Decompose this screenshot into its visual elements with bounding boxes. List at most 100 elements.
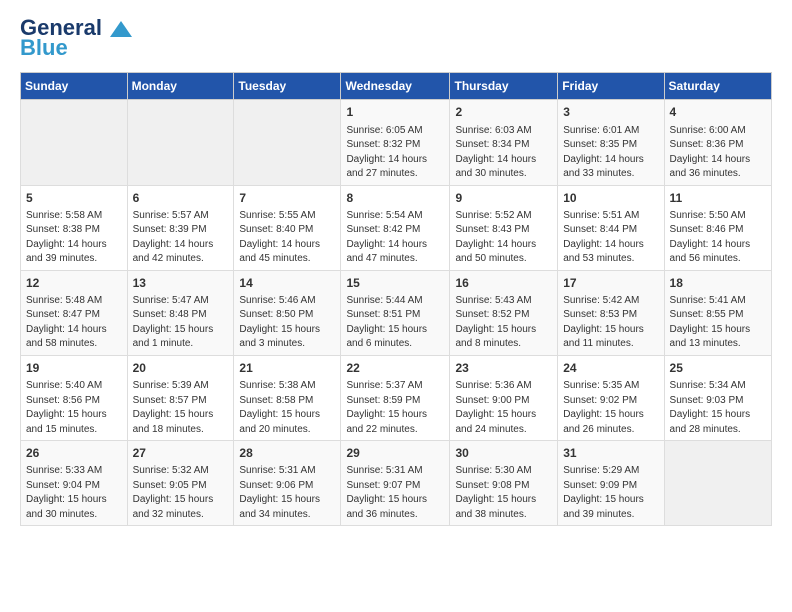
day-number: 18 — [670, 275, 766, 291]
weekday-header-monday: Monday — [127, 73, 234, 100]
day-info: Sunrise: 5:35 AM Sunset: 9:02 PM Dayligh… — [563, 380, 644, 435]
calendar-cell: 5 Sunrise: 5:58 AM Sunset: 8:38 PM Daylig… — [21, 185, 128, 270]
calendar-cell: 22Sunrise: 5:37 AM Sunset: 8:59 PM Dayli… — [341, 355, 450, 440]
week-row-2: 5 Sunrise: 5:58 AM Sunset: 8:38 PM Daylig… — [21, 185, 772, 270]
calendar-cell: 28 Sunrise: 5:31 AM Sunset: 9:06 PM Dayli… — [234, 441, 341, 526]
calendar-cell: 4 Sunrise: 6:00 AM Sunset: 8:36 PM Daylig… — [664, 100, 771, 185]
calendar-cell: 19 Sunrise: 5:40 AM Sunset: 8:56 PM Dayli… — [21, 355, 128, 440]
day-number: 16 — [455, 275, 552, 291]
calendar-cell: 8 Sunrise: 5:54 AM Sunset: 8:42 PM Daylig… — [341, 185, 450, 270]
calendar-cell: 17 Sunrise: 5:42 AM Sunset: 8:53 PM Dayli… — [558, 270, 664, 355]
day-number: 25 — [670, 360, 766, 376]
day-info: Sunrise: 5:58 AM Sunset: 8:38 PM Dayligh… — [26, 210, 107, 265]
week-row-1: 1 Sunrise: 6:05 AM Sunset: 8:32 PM Daylig… — [21, 100, 772, 185]
calendar-cell: 16 Sunrise: 5:43 AM Sunset: 8:52 PM Dayli… — [450, 270, 558, 355]
day-number: 27 — [133, 445, 229, 461]
day-number: 1 — [346, 104, 444, 120]
day-number: 30 — [455, 445, 552, 461]
calendar-cell: 18 Sunrise: 5:41 AM Sunset: 8:55 PM Dayli… — [664, 270, 771, 355]
day-number: 4 — [670, 104, 766, 120]
day-info: Sunrise: 5:33 AM Sunset: 9:04 PM Dayligh… — [26, 465, 107, 520]
weekday-header-sunday: Sunday — [21, 73, 128, 100]
day-number: 8 — [346, 190, 444, 206]
day-number: 9 — [455, 190, 552, 206]
calendar-cell: 20 Sunrise: 5:39 AM Sunset: 8:57 PM Dayli… — [127, 355, 234, 440]
calendar-table: SundayMondayTuesdayWednesdayThursdayFrid… — [20, 72, 772, 526]
day-info: Sunrise: 5:54 AM Sunset: 8:42 PM Dayligh… — [346, 210, 427, 265]
day-info: Sunrise: 5:57 AM Sunset: 8:39 PM Dayligh… — [133, 210, 214, 265]
calendar-cell: 7Sunrise: 5:55 AM Sunset: 8:40 PM Daylig… — [234, 185, 341, 270]
calendar-cell: 31 Sunrise: 5:29 AM Sunset: 9:09 PM Dayli… — [558, 441, 664, 526]
calendar-cell: 25 Sunrise: 5:34 AM Sunset: 9:03 PM Dayli… — [664, 355, 771, 440]
weekday-header-friday: Friday — [558, 73, 664, 100]
calendar-cell — [21, 100, 128, 185]
day-info: Sunrise: 5:32 AM Sunset: 9:05 PM Dayligh… — [133, 465, 214, 520]
calendar-cell: 21Sunrise: 5:38 AM Sunset: 8:58 PM Dayli… — [234, 355, 341, 440]
day-number: 3 — [563, 104, 658, 120]
calendar-cell: 29Sunrise: 5:31 AM Sunset: 9:07 PM Dayli… — [341, 441, 450, 526]
calendar-cell: 15Sunrise: 5:44 AM Sunset: 8:51 PM Dayli… — [341, 270, 450, 355]
header: General Blue — [20, 16, 772, 60]
day-number: 29 — [346, 445, 444, 461]
day-info: Sunrise: 5:34 AM Sunset: 9:03 PM Dayligh… — [670, 380, 751, 435]
week-row-4: 19 Sunrise: 5:40 AM Sunset: 8:56 PM Dayli… — [21, 355, 772, 440]
day-info: Sunrise: 5:43 AM Sunset: 8:52 PM Dayligh… — [455, 295, 536, 350]
day-number: 5 — [26, 190, 122, 206]
day-info: Sunrise: 5:40 AM Sunset: 8:56 PM Dayligh… — [26, 380, 107, 435]
calendar-cell — [127, 100, 234, 185]
day-info: Sunrise: 5:41 AM Sunset: 8:55 PM Dayligh… — [670, 295, 751, 350]
day-number: 28 — [239, 445, 335, 461]
week-row-3: 12 Sunrise: 5:48 AM Sunset: 8:47 PM Dayli… — [21, 270, 772, 355]
day-number: 13 — [133, 275, 229, 291]
page: General Blue SundayMondayTuesdayWednesda… — [0, 0, 792, 542]
calendar-cell: 14Sunrise: 5:46 AM Sunset: 8:50 PM Dayli… — [234, 270, 341, 355]
day-info: Sunrise: 5:29 AM Sunset: 9:09 PM Dayligh… — [563, 465, 644, 520]
day-number: 6 — [133, 190, 229, 206]
day-info: Sunrise: 5:31 AM Sunset: 9:06 PM Dayligh… — [239, 465, 320, 520]
day-info: Sunrise: 5:47 AM Sunset: 8:48 PM Dayligh… — [133, 295, 214, 350]
calendar-cell: 2 Sunrise: 6:03 AM Sunset: 8:34 PM Daylig… — [450, 100, 558, 185]
day-number: 2 — [455, 104, 552, 120]
week-row-5: 26 Sunrise: 5:33 AM Sunset: 9:04 PM Dayli… — [21, 441, 772, 526]
day-info: Sunrise: 5:55 AM Sunset: 8:40 PM Dayligh… — [239, 210, 320, 265]
calendar-cell: 10 Sunrise: 5:51 AM Sunset: 8:44 PM Dayli… — [558, 185, 664, 270]
weekday-header-row: SundayMondayTuesdayWednesdayThursdayFrid… — [21, 73, 772, 100]
day-info: Sunrise: 5:30 AM Sunset: 9:08 PM Dayligh… — [455, 465, 536, 520]
day-info: Sunrise: 5:48 AM Sunset: 8:47 PM Dayligh… — [26, 295, 107, 350]
day-number: 21 — [239, 360, 335, 376]
day-number: 14 — [239, 275, 335, 291]
day-number: 31 — [563, 445, 658, 461]
calendar-cell: 11Sunrise: 5:50 AM Sunset: 8:46 PM Dayli… — [664, 185, 771, 270]
day-number: 19 — [26, 360, 122, 376]
calendar-cell: 26 Sunrise: 5:33 AM Sunset: 9:04 PM Dayli… — [21, 441, 128, 526]
day-info: Sunrise: 5:44 AM Sunset: 8:51 PM Dayligh… — [346, 295, 427, 350]
day-info: Sunrise: 5:51 AM Sunset: 8:44 PM Dayligh… — [563, 210, 644, 265]
day-info: Sunrise: 6:01 AM Sunset: 8:35 PM Dayligh… — [563, 125, 644, 180]
day-number: 10 — [563, 190, 658, 206]
calendar-cell: 9Sunrise: 5:52 AM Sunset: 8:43 PM Daylig… — [450, 185, 558, 270]
logo-blue: Blue — [20, 36, 68, 60]
calendar-cell: 23Sunrise: 5:36 AM Sunset: 9:00 PM Dayli… — [450, 355, 558, 440]
day-number: 20 — [133, 360, 229, 376]
day-number: 24 — [563, 360, 658, 376]
weekday-header-wednesday: Wednesday — [341, 73, 450, 100]
day-info: Sunrise: 5:39 AM Sunset: 8:57 PM Dayligh… — [133, 380, 214, 435]
day-info: Sunrise: 5:42 AM Sunset: 8:53 PM Dayligh… — [563, 295, 644, 350]
day-info: Sunrise: 6:00 AM Sunset: 8:36 PM Dayligh… — [670, 125, 751, 180]
day-info: Sunrise: 5:36 AM Sunset: 9:00 PM Dayligh… — [455, 380, 536, 435]
weekday-header-tuesday: Tuesday — [234, 73, 341, 100]
calendar-cell: 6 Sunrise: 5:57 AM Sunset: 8:39 PM Daylig… — [127, 185, 234, 270]
calendar-cell: 13 Sunrise: 5:47 AM Sunset: 8:48 PM Dayli… — [127, 270, 234, 355]
weekday-header-thursday: Thursday — [450, 73, 558, 100]
day-info: Sunrise: 6:03 AM Sunset: 8:34 PM Dayligh… — [455, 125, 536, 180]
calendar-cell: 24 Sunrise: 5:35 AM Sunset: 9:02 PM Dayli… — [558, 355, 664, 440]
calendar-cell — [234, 100, 341, 185]
day-number: 17 — [563, 275, 658, 291]
day-info: Sunrise: 6:05 AM Sunset: 8:32 PM Dayligh… — [346, 125, 427, 180]
day-info: Sunrise: 5:37 AM Sunset: 8:59 PM Dayligh… — [346, 380, 427, 435]
day-number: 26 — [26, 445, 122, 461]
calendar-cell: 1 Sunrise: 6:05 AM Sunset: 8:32 PM Daylig… — [341, 100, 450, 185]
calendar-cell: 27 Sunrise: 5:32 AM Sunset: 9:05 PM Dayli… — [127, 441, 234, 526]
day-number: 12 — [26, 275, 122, 291]
day-number: 11 — [670, 190, 766, 206]
